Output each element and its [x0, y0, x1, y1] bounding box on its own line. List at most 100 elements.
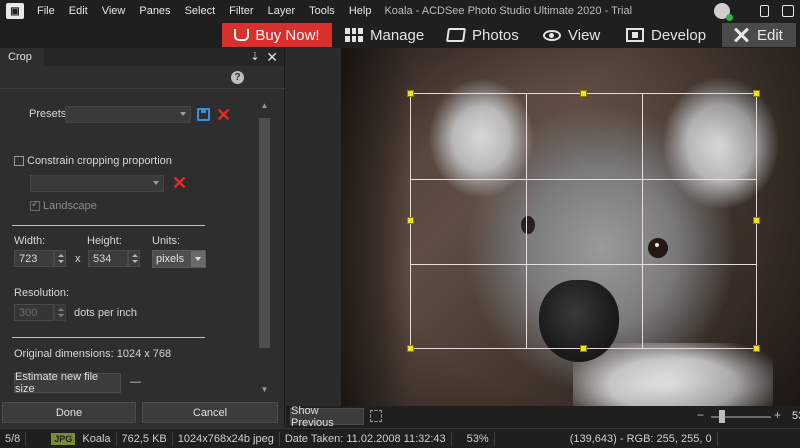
status-bar: 5/8 JPG Koala 762,5 KB 1024x768x24b jpeg… — [0, 428, 800, 448]
acdsee-logo-icon[interactable]: ▣ — [6, 3, 24, 19]
width-input[interactable]: 723 — [14, 250, 54, 267]
crop-grid-line — [411, 264, 756, 265]
mode-view[interactable]: View — [543, 23, 609, 47]
buy-now-button[interactable]: Buy Now! — [222, 23, 332, 47]
crop-grid-line — [411, 179, 756, 180]
width-stepper[interactable] — [54, 250, 66, 267]
crop-panel: Crop ⇣ ✕ ? Presets ✕ Constrain cropping … — [0, 48, 285, 428]
resolution-label: Resolution: — [14, 287, 70, 299]
zoom-in-icon[interactable]: + — [774, 408, 781, 422]
original-dimensions: Original dimensions: 1024 x 768 — [14, 348, 172, 360]
menu-view[interactable]: View — [95, 5, 133, 17]
height-stepper[interactable] — [128, 250, 140, 267]
menu-bar: ▣ File Edit View Panes Select Filter Lay… — [0, 0, 800, 22]
menu-edit[interactable]: Edit — [62, 5, 95, 17]
proportion-dropdown[interactable] — [30, 175, 164, 192]
status-pixel-info: (139,643) - RGB: 255, 255, 0 — [565, 431, 718, 446]
delete-proportion-icon[interactable]: ✕ — [172, 174, 187, 192]
chevron-down-icon — [191, 251, 205, 267]
crop-handle-bottom-left[interactable] — [407, 345, 414, 352]
crop-handle-top-left[interactable] — [407, 90, 414, 97]
file-type-badge: JPG — [51, 432, 76, 445]
status-date-taken: Date Taken: 11.02.2008 11:32:43 — [280, 431, 452, 446]
mode-photos[interactable]: Photos — [446, 23, 527, 47]
estimate-file-size-button[interactable]: Estimate new file size — [14, 371, 121, 395]
panel-divider — [0, 88, 285, 89]
done-button[interactable]: Done — [2, 402, 136, 423]
panel-scrollbar-thumb[interactable] — [259, 118, 270, 348]
chevron-down-icon — [180, 112, 186, 116]
estimate-value: — — [130, 376, 141, 388]
chevron-down-icon — [153, 181, 159, 185]
maximize-icon — [782, 5, 794, 17]
mode-develop[interactable]: Develop — [626, 23, 710, 47]
save-preset-icon[interactable] — [197, 108, 210, 121]
status-dims: 1024x768x24b jpeg — [173, 431, 280, 446]
mode-view-label: View — [568, 26, 601, 44]
menu-filter[interactable]: Filter — [222, 5, 260, 17]
crop-handle-bottom-right[interactable] — [753, 345, 760, 352]
crop-handle-right[interactable] — [753, 217, 760, 224]
landscape-checkbox[interactable] — [30, 199, 40, 211]
mode-edit-label: Edit — [757, 26, 783, 44]
section-divider — [12, 337, 205, 338]
image-canvas[interactable] — [286, 48, 800, 406]
edit-tools-icon — [732, 26, 750, 44]
develop-icon — [626, 28, 644, 42]
menu-layer[interactable]: Layer — [261, 5, 303, 17]
user-account-icon[interactable] — [714, 3, 733, 21]
crop-grid-line — [642, 94, 643, 348]
crop-handle-top-right[interactable] — [753, 90, 760, 97]
tab-crop[interactable]: Crop — [0, 48, 44, 66]
units-value: pixels — [156, 253, 185, 265]
section-divider — [12, 225, 205, 226]
times-sign: x — [75, 253, 81, 265]
menu-file[interactable]: File — [30, 5, 62, 17]
maximize-button[interactable] — [776, 0, 800, 22]
canvas-toolbar: Show Previous − + 53 — [286, 405, 800, 429]
zoom-slider-thumb[interactable] — [719, 410, 725, 423]
crop-frame[interactable] — [410, 93, 757, 349]
mode-manage[interactable]: Manage — [345, 23, 430, 47]
units-select[interactable]: pixels — [152, 250, 206, 268]
zoom-out-icon[interactable]: − — [697, 408, 704, 422]
window-controls — [714, 0, 800, 22]
mode-edit[interactable]: Edit — [722, 23, 796, 47]
status-size: 762,5 KB — [117, 431, 173, 446]
close-icon[interactable]: ✕ — [266, 49, 278, 65]
crop-handle-bottom[interactable] — [580, 345, 587, 352]
minimize-icon — [759, 5, 769, 17]
pin-icon[interactable]: ⇣ — [250, 51, 260, 63]
status-file: JPG Koala — [46, 431, 117, 446]
delete-preset-icon[interactable]: ✕ — [216, 106, 231, 124]
crop-handle-left[interactable] — [407, 217, 414, 224]
mode-photos-label: Photos — [472, 26, 519, 44]
crop-handle-top[interactable] — [580, 90, 587, 97]
presets-label: Presets — [29, 108, 67, 120]
constrain-label: Constrain cropping proportion — [27, 155, 172, 167]
resolution-input[interactable]: 300 — [14, 304, 54, 321]
mode-bar: Buy Now! Manage Photos View Develop Edit — [0, 22, 800, 48]
cancel-button[interactable]: Cancel — [142, 402, 278, 423]
scroll-down-icon[interactable]: ▼ — [258, 385, 271, 395]
height-input[interactable]: 534 — [88, 250, 128, 267]
status-index: 5/8 — [0, 431, 27, 446]
help-icon[interactable]: ? — [231, 71, 244, 84]
fit-to-screen-icon[interactable] — [370, 410, 382, 422]
presets-dropdown[interactable] — [65, 106, 191, 123]
minimize-button[interactable] — [752, 0, 776, 22]
menu-panes[interactable]: Panes — [132, 5, 177, 17]
status-zoom: 53% — [462, 431, 495, 446]
landscape-label: Landscape — [43, 200, 97, 212]
scroll-up-icon[interactable]: ▲ — [258, 101, 271, 111]
menu-tools[interactable]: Tools — [302, 5, 342, 17]
window-title: Koala - ACDSee Photo Studio Ultimate 202… — [384, 5, 633, 17]
show-previous-button[interactable]: Show Previous — [290, 405, 364, 429]
zoom-value[interactable]: 53 — [792, 410, 800, 422]
resolution-stepper[interactable] — [54, 304, 66, 321]
constrain-checkbox[interactable] — [14, 156, 24, 166]
dpi-label: dots per inch — [74, 307, 137, 319]
manage-grid-icon — [345, 28, 363, 42]
menu-help[interactable]: Help — [342, 5, 379, 17]
menu-select[interactable]: Select — [178, 5, 223, 17]
